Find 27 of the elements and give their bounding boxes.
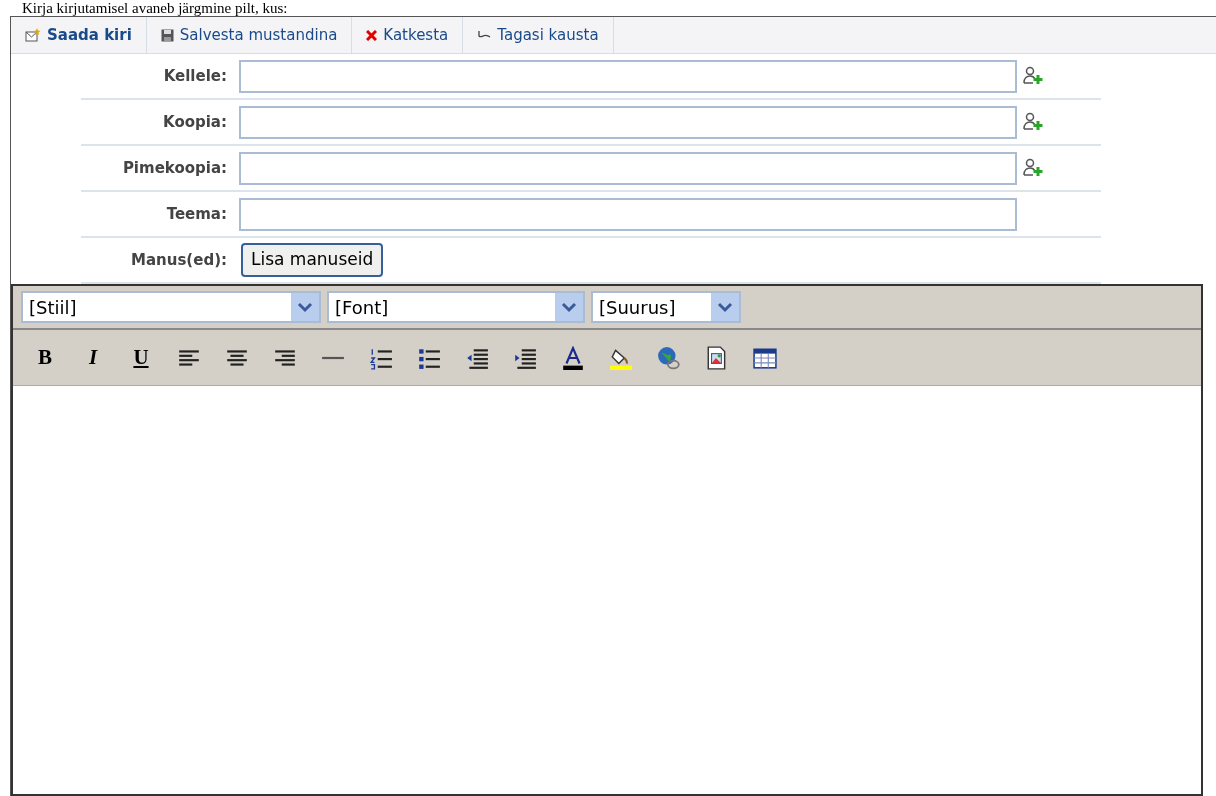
address-field[interactable] (239, 151, 1017, 185)
dropdown[interactable]: [Stiil] (21, 291, 321, 323)
envelope-icon (25, 28, 41, 42)
bold-button[interactable]: B (27, 342, 63, 373)
dropdown[interactable]: [Font] (327, 291, 585, 323)
add-contact-icon[interactable] (1023, 158, 1045, 178)
underline-button[interactable]: U (123, 342, 159, 373)
toolbar-button[interactable]: Tagasi kausta (463, 17, 614, 53)
toolbar-button[interactable]: Katkesta (352, 17, 464, 53)
field-label: Koopia: (162, 111, 228, 133)
floppy-icon (160, 28, 174, 42)
field-label: Pimekoopia: (121, 157, 228, 179)
add-contact-icon[interactable] (1023, 112, 1045, 132)
field-label: Kellele: (162, 65, 228, 87)
field-label: Manus(ed): (130, 249, 228, 271)
cross-icon (366, 29, 378, 41)
field-label: Teema: (165, 203, 228, 225)
address-field[interactable] (239, 105, 1017, 139)
add-attachment-button[interactable]: Lisa manuseid (241, 243, 384, 277)
dropdown[interactable]: [Suurus] (591, 291, 741, 323)
add-contact-icon[interactable] (1023, 66, 1045, 86)
italic-button[interactable]: I (75, 342, 111, 373)
toolbar-button[interactable]: Salvesta mustandina (146, 17, 353, 53)
address-field[interactable] (239, 59, 1017, 93)
subject-field[interactable] (239, 197, 1017, 231)
caption-text: Kirja kirjutamisel avaneb järgmine pilt, kus: (22, 0, 288, 16)
send-button[interactable]: Saada kiri (11, 17, 147, 53)
